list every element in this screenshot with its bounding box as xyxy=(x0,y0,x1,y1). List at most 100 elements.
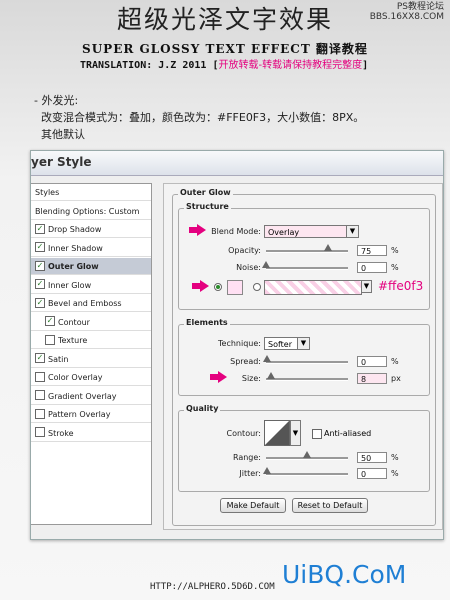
color-hex-label: #ffe0f3 xyxy=(378,279,424,293)
style-item[interactable]: Gradient Overlay xyxy=(31,388,151,405)
style-item[interactable]: Stroke xyxy=(31,425,151,442)
jitter-slider[interactable] xyxy=(266,473,348,476)
style-item[interactable]: ✓ Inner Glow xyxy=(31,277,151,294)
noise-input[interactable]: 0 xyxy=(357,262,387,273)
blend-mode-select[interactable]: Overlay ▼ xyxy=(264,225,359,238)
reset-default-button[interactable]: Reset to Default xyxy=(292,498,368,513)
structure-label: Structure xyxy=(184,202,231,211)
style-checkbox[interactable]: ✓ xyxy=(35,242,45,252)
style-item[interactable]: Pattern Overlay xyxy=(31,406,151,423)
opacity-input[interactable]: 75 xyxy=(357,245,387,256)
contour-label: Contour: xyxy=(226,429,262,438)
style-checkbox[interactable] xyxy=(35,408,45,419)
style-item-label: Styles xyxy=(35,188,60,197)
style-checkbox[interactable] xyxy=(35,427,45,437)
style-checkbox[interactable]: ✓ xyxy=(35,223,45,234)
color-radio[interactable] xyxy=(214,283,222,291)
style-item[interactable]: Texture xyxy=(31,332,151,349)
gradient-radio[interactable] xyxy=(253,283,261,291)
range-label: Range: xyxy=(232,453,261,462)
blend-mode-value: Overlay xyxy=(268,228,300,237)
size-unit: px xyxy=(391,374,401,383)
footer-url: HTTP://ALPHERO.5D6D.COM xyxy=(150,582,275,592)
quality-label: Quality xyxy=(184,404,221,413)
contour-curve-icon xyxy=(265,421,289,445)
style-checkbox[interactable]: ✓ xyxy=(35,297,45,308)
anti-aliased-label: Anti-aliased xyxy=(324,429,372,438)
page-title: 超级光泽文字效果 xyxy=(116,5,333,34)
range-input[interactable]: 50 xyxy=(357,452,387,463)
make-default-button[interactable]: Make Default xyxy=(220,498,286,513)
color-swatch[interactable] xyxy=(227,280,243,295)
site-logo: UiBQ.CoM xyxy=(282,560,407,589)
layer-style-dialog: yer Style Styles Blending Options: Custom… xyxy=(30,150,444,540)
style-item[interactable]: ✓ Inner Shadow xyxy=(31,240,151,257)
contour-dropdown[interactable]: ▼ xyxy=(290,420,301,446)
opacity-slider[interactable] xyxy=(266,250,348,253)
style-checkbox[interactable] xyxy=(35,371,45,382)
style-checkbox[interactable]: ✓ xyxy=(35,279,45,289)
style-checkbox[interactable]: ✓ xyxy=(35,260,45,271)
noise-unit: % xyxy=(391,263,399,272)
style-checkbox[interactable]: ✓ xyxy=(45,316,55,326)
spread-slider-thumb[interactable] xyxy=(263,355,271,362)
range-unit: % xyxy=(391,453,399,462)
style-item-label: Blending Options: Custom xyxy=(35,206,140,216)
chevron-down-icon: ▼ xyxy=(290,421,300,445)
translation-prefix: TRANSLATION: J.Z 2011 [ xyxy=(80,60,219,71)
anti-aliased-checkbox[interactable] xyxy=(312,429,322,439)
style-item-label: Stroke xyxy=(48,428,74,438)
style-item[interactable]: Blending Options: Custom xyxy=(31,203,151,220)
gradient-swatch[interactable] xyxy=(264,280,362,295)
translation-suffix: ] xyxy=(362,60,369,71)
size-slider[interactable] xyxy=(266,378,348,381)
dialog-title: yer Style xyxy=(31,155,92,169)
style-item-label: Outer Glow xyxy=(48,262,99,271)
style-item[interactable]: Styles xyxy=(31,184,151,201)
size-label: Size: xyxy=(241,374,261,383)
jitter-input[interactable]: 0 xyxy=(357,468,387,479)
technique-value: Softer xyxy=(268,340,292,349)
style-item[interactable]: ✓ Satin xyxy=(31,351,151,368)
noise-slider-thumb[interactable] xyxy=(262,261,270,268)
jitter-slider-thumb[interactable] xyxy=(263,467,271,474)
spread-slider[interactable] xyxy=(266,361,348,364)
noise-label: Noise: xyxy=(236,263,261,272)
style-item[interactable]: ✓ Outer Glow xyxy=(31,258,151,275)
noise-slider[interactable] xyxy=(266,267,348,270)
spread-label: Spread: xyxy=(230,357,261,366)
style-item-label: Texture xyxy=(58,336,88,345)
style-item-label: Satin xyxy=(48,354,69,364)
style-checkbox[interactable] xyxy=(45,334,55,345)
technique-select[interactable]: Softer ▼ xyxy=(264,337,310,350)
size-input[interactable]: 8 xyxy=(357,373,387,384)
page-subtitle: SUPER GLOSSY TEXT EFFECT 翻译教程 xyxy=(82,42,368,56)
note-line-1: - 外发光: xyxy=(34,94,79,107)
contour-picker[interactable] xyxy=(264,420,290,446)
chevron-down-icon: ▼ xyxy=(361,281,371,292)
style-item-label: Pattern Overlay xyxy=(48,410,111,419)
style-item[interactable]: ✓ Drop Shadow xyxy=(31,221,151,238)
range-slider-thumb[interactable] xyxy=(303,451,311,458)
style-checkbox[interactable] xyxy=(35,390,45,400)
blend-mode-label: Blend Mode: xyxy=(211,227,261,236)
style-item[interactable]: ✓ Bevel and Emboss xyxy=(31,295,151,312)
style-item[interactable]: ✓ Contour xyxy=(31,314,151,331)
spread-input[interactable]: 0 xyxy=(357,356,387,367)
pointer-arrow-icon xyxy=(189,224,206,236)
gradient-dropdown[interactable]: ▼ xyxy=(361,280,372,293)
size-slider-thumb[interactable] xyxy=(267,372,275,379)
opacity-label: Opacity: xyxy=(228,246,261,255)
elements-label: Elements xyxy=(184,318,230,327)
chevron-down-icon: ▼ xyxy=(346,226,358,237)
style-item[interactable]: Color Overlay xyxy=(31,369,151,386)
chevron-down-icon: ▼ xyxy=(297,338,309,349)
technique-label: Technique: xyxy=(218,339,261,348)
style-item-label: Inner Shadow xyxy=(48,243,103,253)
outer-glow-title: Outer Glow xyxy=(178,188,233,197)
dialog-titlebar[interactable]: yer Style xyxy=(31,151,443,176)
style-item-label: Inner Glow xyxy=(48,280,92,290)
jitter-unit: % xyxy=(391,469,399,478)
opacity-slider-thumb[interactable] xyxy=(323,244,332,251)
style-checkbox[interactable]: ✓ xyxy=(35,353,45,363)
